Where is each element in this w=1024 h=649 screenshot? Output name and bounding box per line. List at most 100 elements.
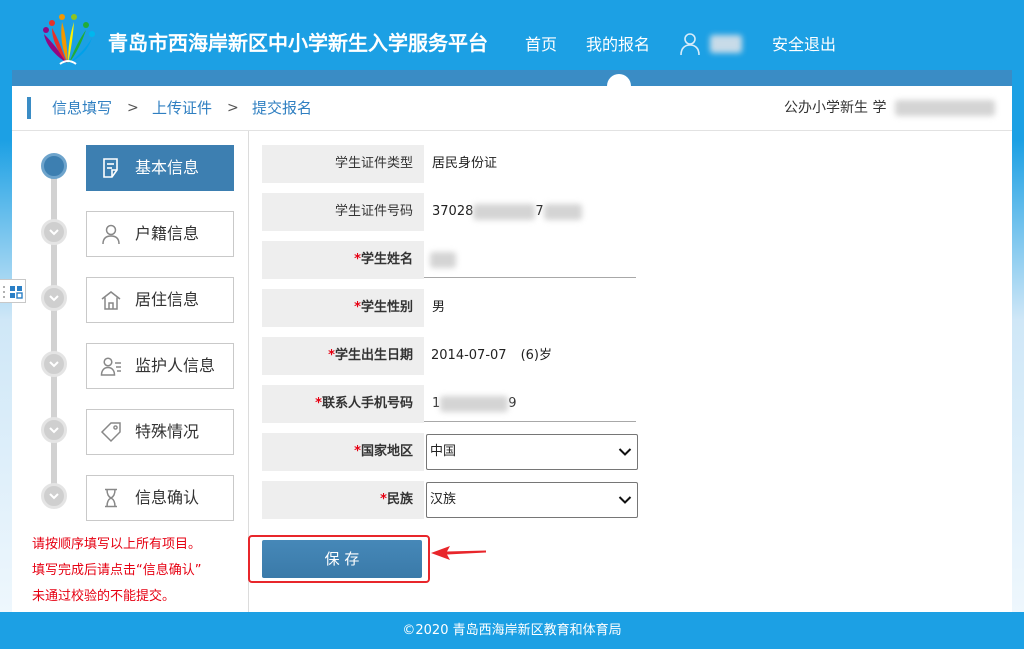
breadcrumb-upload-docs[interactable]: 上传证件 xyxy=(152,99,212,117)
redacted-username xyxy=(710,35,742,53)
chevron-down-icon xyxy=(618,496,632,504)
form-row-student-name: *学生姓名 xyxy=(262,241,642,279)
nav-band xyxy=(12,70,1012,86)
field-label-text: 国家地区 xyxy=(360,444,413,459)
form-row-id-type: 学生证件类型 居民身份证 xyxy=(262,145,642,183)
form-row-ethnicity: *民族 汉族 xyxy=(262,481,642,519)
breadcrumb-separator: > xyxy=(127,100,139,116)
page-footer: ©2020 青岛西海岸新区教育和体育局 xyxy=(0,612,1024,649)
required-mark: * xyxy=(328,348,335,363)
step-label: 基本信息 xyxy=(135,158,200,177)
step-progress-line xyxy=(51,166,57,496)
registration-category: 公办小学新生 学 xyxy=(784,99,995,117)
field-label-text: 民族 xyxy=(386,492,413,507)
chevron-down-icon xyxy=(49,361,59,368)
step-dot-special xyxy=(41,417,67,443)
nav-my-registration[interactable]: 我的报名 xyxy=(586,35,650,55)
phone-visible-end: 9 xyxy=(508,396,517,411)
birthdate-value: 2014-07-07 (6)岁 xyxy=(431,337,552,375)
contact-phone-input[interactable]: 19 xyxy=(424,385,636,422)
chevron-down-icon xyxy=(49,229,59,236)
phone-visible-start: 1 xyxy=(432,396,441,411)
nav-home[interactable]: 首页 xyxy=(525,35,557,55)
redacted-text xyxy=(473,203,536,220)
site-title: 青岛市西海岸新区中小学新生入学服务平台 xyxy=(108,31,488,55)
field-label-text: 学生出生日期 xyxy=(334,348,413,363)
age-text: (6)岁 xyxy=(520,348,552,363)
chevron-down-icon xyxy=(49,295,59,302)
annotation-arrow-icon xyxy=(431,546,486,560)
tag-icon xyxy=(100,422,121,443)
redacted-text xyxy=(543,203,582,220)
id-number-visible-fragment: 7 xyxy=(535,204,544,219)
redacted-text xyxy=(894,100,995,116)
id-number-visible-start: 37028 xyxy=(432,204,474,219)
site-logo xyxy=(43,14,95,65)
field-label-text: 学生姓名 xyxy=(360,252,413,267)
step-residence[interactable]: 居住信息 xyxy=(86,277,234,323)
breadcrumb-divider xyxy=(12,130,1012,131)
student-name-input[interactable] xyxy=(424,241,636,278)
field-label: *学生姓名 xyxy=(262,241,424,279)
form-row-birthdate: *学生出生日期 2014-07-07 (6)岁 xyxy=(262,337,642,375)
breadcrumb-marker xyxy=(27,97,31,119)
ethnicity-selected-value: 汉族 xyxy=(430,492,457,507)
birthdate-text: 2014-07-07 xyxy=(431,348,507,363)
step-dot-residence xyxy=(41,285,67,311)
field-label-text: 学生证件号码 xyxy=(334,204,413,219)
step-label: 特殊情况 xyxy=(135,422,200,441)
hourglass-icon xyxy=(105,488,117,508)
field-label: *民族 xyxy=(262,481,424,519)
instruction-note: 未通过校验的不能提交。 xyxy=(32,589,176,604)
form-row-gender: *学生性别 男 xyxy=(262,289,642,327)
step-dot-basic-info xyxy=(41,153,67,179)
field-label: *学生出生日期 xyxy=(262,337,424,375)
field-label: 学生证件类型 xyxy=(262,145,424,183)
country-selected-value: 中国 xyxy=(430,444,457,459)
breadcrumb-separator: > xyxy=(227,100,239,116)
footer-copyright: ©2020 青岛西海岸新区教育和体育局 xyxy=(402,623,622,638)
grid-icon xyxy=(3,286,23,299)
step-basic-info[interactable]: 基本信息 xyxy=(86,145,234,191)
save-button[interactable]: 保 存 xyxy=(262,540,422,578)
form-row-id-number: 学生证件号码 37028 7 xyxy=(262,193,642,231)
field-label-text: 学生证件类型 xyxy=(334,156,413,171)
form-row-country: *国家地区 中国 xyxy=(262,433,642,471)
step-dot-confirm xyxy=(41,483,67,509)
step-confirm[interactable]: 信息确认 xyxy=(86,475,234,521)
step-guardian[interactable]: 监护人信息 xyxy=(86,343,234,389)
form-row-contact-phone: *联系人手机号码 19 xyxy=(262,385,642,423)
user-icon[interactable] xyxy=(679,32,701,56)
id-type-value: 居民身份证 xyxy=(432,156,498,171)
step-label: 居住信息 xyxy=(135,290,200,309)
field-label: 学生证件号码 xyxy=(262,193,424,231)
required-mark: * xyxy=(380,492,387,507)
gender-value: 男 xyxy=(432,300,446,315)
step-label: 信息确认 xyxy=(135,488,200,507)
step-special[interactable]: 特殊情况 xyxy=(86,409,234,455)
step-household[interactable]: 户籍信息 xyxy=(86,211,234,257)
required-mark: * xyxy=(315,396,322,411)
redacted-text xyxy=(440,395,509,412)
field-label-text: 联系人手机号码 xyxy=(321,396,413,411)
field-label-text: 学生性别 xyxy=(360,300,413,315)
required-mark: * xyxy=(354,444,361,459)
side-float-widget[interactable] xyxy=(0,279,26,303)
ethnicity-select[interactable]: 汉族 xyxy=(426,482,638,518)
step-label: 监护人信息 xyxy=(135,356,216,375)
chevron-down-icon xyxy=(49,493,59,500)
redacted-text xyxy=(430,251,456,268)
chevron-down-icon xyxy=(618,448,632,456)
breadcrumb-submit[interactable]: 提交报名 xyxy=(252,99,312,117)
instruction-note: 填写完成后请点击“信息确认” xyxy=(32,563,202,578)
house-icon xyxy=(101,291,121,310)
active-nav-indicator xyxy=(607,74,631,98)
form-icon xyxy=(103,158,118,178)
required-mark: * xyxy=(354,252,361,267)
logout-link[interactable]: 安全退出 xyxy=(772,35,836,55)
step-label: 户籍信息 xyxy=(135,224,200,243)
country-select[interactable]: 中国 xyxy=(426,434,638,470)
top-header: 青岛市西海岸新区中小学新生入学服务平台 首页 我的报名 安全退出 xyxy=(0,0,1024,70)
step-dot-household xyxy=(41,219,67,245)
breadcrumb-fill-info[interactable]: 信息填写 xyxy=(52,99,112,117)
